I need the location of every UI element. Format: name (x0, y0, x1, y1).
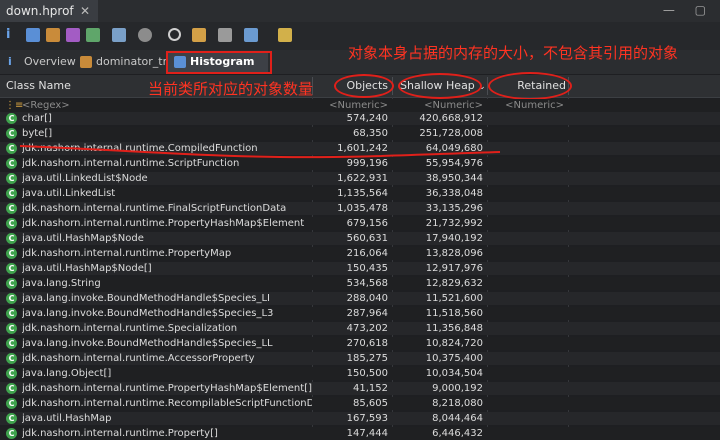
underline-annotation (19, 145, 501, 159)
